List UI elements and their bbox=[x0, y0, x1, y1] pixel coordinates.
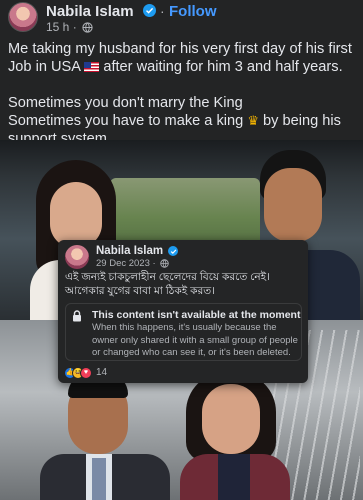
unavailable-title: This content isn't available at the mome… bbox=[92, 309, 301, 321]
author-avatar[interactable] bbox=[8, 2, 38, 32]
post-header: Nabila Islam · Follow 15 h · bbox=[0, 0, 363, 34]
content-unavailable-box: This content isn't available at the mome… bbox=[65, 303, 302, 361]
reaction-count[interactable]: 14 bbox=[96, 367, 107, 379]
follow-button[interactable]: Follow bbox=[169, 3, 217, 20]
caption-line-3: Sometimes you have to make a king bbox=[8, 113, 244, 129]
lock-icon bbox=[73, 310, 81, 322]
caption-line-2: Sometimes you don't marry the King bbox=[8, 95, 243, 111]
woman-in-coat bbox=[180, 372, 290, 500]
separator-dot: · bbox=[160, 3, 165, 19]
shared-author-name[interactable]: Nabila Islam bbox=[96, 245, 163, 257]
globe-icon bbox=[82, 22, 93, 33]
post-meta: 15 h · bbox=[46, 20, 93, 34]
shared-post-meta: 29 Dec 2023 · bbox=[96, 258, 170, 269]
shared-post-text: এই জন্যই চাকচুলাহীন ছেলেদের বিয়ে করতে ন… bbox=[65, 271, 270, 297]
verified-badge-icon bbox=[143, 4, 156, 17]
crown-emoji: ♛ bbox=[247, 113, 259, 128]
love-icon: ♥ bbox=[80, 367, 92, 379]
post-time[interactable]: 15 h · bbox=[46, 20, 77, 34]
us-flag-emoji bbox=[84, 62, 100, 72]
shared-post-date[interactable]: 29 Dec 2023 · bbox=[96, 258, 156, 269]
unavailable-body: When this happens, it's usually because … bbox=[92, 322, 298, 358]
shared-author-avatar[interactable] bbox=[65, 245, 89, 269]
author-name[interactable]: Nabila Islam bbox=[46, 3, 134, 20]
shared-post-card[interactable]: Nabila Islam 29 Dec 2023 · এই জন্যই চাকচ… bbox=[58, 240, 308, 383]
man-in-suit bbox=[40, 374, 170, 500]
globe-icon bbox=[160, 259, 170, 268]
verified-badge-icon bbox=[168, 246, 178, 256]
caption-line-1b: after waiting for him 3 and half years. bbox=[103, 59, 343, 75]
post-caption: Me taking my husband for his very first … bbox=[8, 40, 353, 148]
